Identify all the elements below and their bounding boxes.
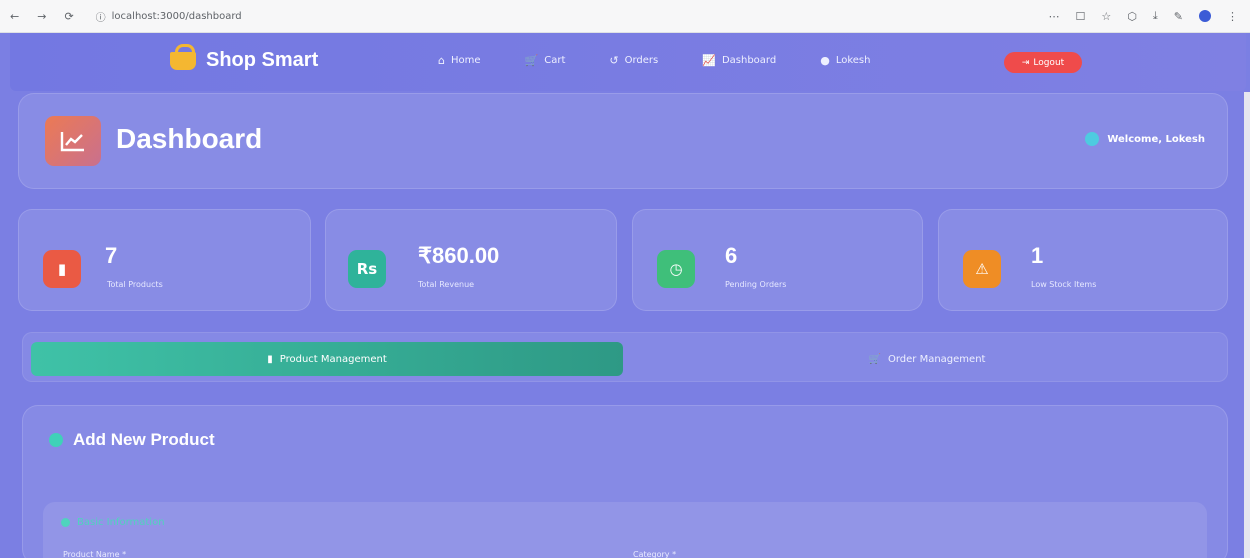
basic-info-section: Basic Information Product Name * Categor…: [43, 502, 1207, 558]
management-tabs: ▮ Product Management 🛒 Order Management: [22, 332, 1228, 382]
browser-right-icons: ⋯ ☐ ☆ ⬡ ⤓ ✎ ⋮: [1049, 9, 1238, 23]
url-text[interactable]: localhost:3000/dashboard: [112, 11, 242, 22]
shield-icon[interactable]: ⬡: [1127, 10, 1137, 23]
download-icon[interactable]: ⤓: [1153, 9, 1158, 23]
brand[interactable]: Shop Smart: [170, 43, 319, 72]
reload-icon[interactable]: ⟳: [64, 10, 73, 23]
history-icon: ↺: [609, 54, 619, 67]
stat-label: Pending Orders: [725, 280, 787, 289]
user-circle-icon: [1085, 132, 1100, 146]
chart-line-icon: [45, 116, 101, 166]
tab-label: Order Management: [887, 353, 986, 365]
stat-label: Total Revenue: [418, 280, 475, 289]
stat-value: ₹860.00: [418, 243, 500, 268]
page-scrollbar[interactable]: [1244, 92, 1250, 558]
menu-kebab-icon[interactable]: ⋮: [1227, 10, 1238, 23]
stat-card-total-revenue: Rs ₹860.00 Total Revenue: [325, 209, 617, 311]
cart-icon: 🛒: [868, 353, 881, 365]
nav-link-label: Home: [450, 55, 481, 66]
dashboard-header: Dashboard Welcome, Lokesh: [18, 93, 1228, 189]
logout-icon: ⇥: [1021, 57, 1030, 68]
welcome-message: Welcome, Lokesh: [1085, 132, 1205, 146]
bookmark-star-icon[interactable]: ☆: [1101, 10, 1111, 23]
stat-value: 7: [105, 243, 118, 268]
rupee-icon: Rs: [348, 250, 386, 288]
nav-links: ⌂ Home 🛒 Cart ↺ Orders 📈 Dashboard ● Lok…: [438, 54, 870, 67]
nav-link-home[interactable]: ⌂ Home: [438, 54, 481, 67]
forward-icon[interactable]: →: [37, 10, 46, 23]
nav-link-label: Lokesh: [835, 55, 871, 66]
stat-card-pending-orders: ◷ 6 Pending Orders: [632, 209, 923, 311]
profile-avatar[interactable]: [1199, 10, 1211, 22]
chart-line-icon: 📈: [702, 54, 716, 67]
nav-link-label: Dashboard: [721, 55, 777, 66]
add-product-panel: Add New Product Basic Information Produc…: [22, 405, 1228, 558]
product-name-label: Product Name *: [63, 550, 127, 558]
app-navbar: Shop Smart ⌂ Home 🛒 Cart ↺ Orders 📈 Dash…: [10, 33, 1246, 91]
warning-icon: ⚠: [963, 250, 1001, 288]
tab-product-management[interactable]: ▮ Product Management: [31, 342, 623, 376]
stat-card-low-stock: ⚠ 1 Low Stock Items: [938, 209, 1228, 311]
tab-order-management[interactable]: 🛒 Order Management: [631, 342, 1223, 376]
cart-icon: 🛒: [524, 54, 539, 67]
box-icon: ▮: [43, 250, 81, 288]
plus-circle-icon: [49, 433, 63, 447]
home-icon: ⌂: [438, 54, 445, 67]
address-bar[interactable]: ⓘ localhost:3000/dashboard: [96, 9, 242, 24]
browser-nav-buttons: ← → ⟳: [10, 10, 74, 23]
nav-link-label: Orders: [624, 55, 659, 66]
logout-button[interactable]: ⇥ Logout: [1004, 52, 1082, 73]
clock-icon: ◷: [657, 250, 695, 288]
nav-link-user[interactable]: ● Lokesh: [820, 54, 870, 67]
stat-label: Low Stock Items: [1031, 280, 1097, 289]
panel-title: Add New Product: [73, 430, 215, 449]
user-icon: ●: [820, 54, 830, 67]
tab-icon[interactable]: ☐: [1076, 10, 1086, 23]
category-label: Category *: [633, 550, 677, 558]
nav-link-cart[interactable]: 🛒 Cart: [525, 54, 566, 67]
back-icon[interactable]: ←: [10, 10, 19, 23]
brand-name: Shop Smart: [206, 49, 319, 71]
stat-card-total-products: ▮ 7 Total Products: [18, 209, 311, 311]
logout-label: Logout: [1033, 57, 1065, 68]
stat-value: 6: [725, 243, 738, 268]
tab-label: Product Management: [279, 353, 387, 365]
nav-link-dashboard[interactable]: 📈 Dashboard: [702, 54, 776, 67]
section-heading: Basic Information: [61, 517, 165, 528]
edit-icon[interactable]: ✎: [1174, 10, 1183, 23]
site-info-icon[interactable]: ⓘ: [96, 9, 106, 24]
basket-icon: [170, 43, 196, 70]
extensions-icon[interactable]: ⋯: [1049, 10, 1060, 23]
stat-label: Total Products: [107, 280, 163, 289]
nav-link-orders[interactable]: ↺ Orders: [609, 54, 658, 67]
info-icon: [61, 518, 70, 527]
page-title: Dashboard: [116, 123, 263, 154]
nav-link-label: Cart: [544, 55, 566, 66]
stat-value: 1: [1031, 243, 1044, 268]
box-icon: ▮: [267, 353, 273, 365]
browser-toolbar: ← → ⟳ ⓘ localhost:3000/dashboard ⋯ ☐ ☆ ⬡…: [0, 0, 1250, 33]
panel-heading: Add New Product: [49, 430, 215, 450]
welcome-text: Welcome, Lokesh: [1107, 133, 1205, 145]
section-title: Basic Information: [77, 517, 165, 528]
